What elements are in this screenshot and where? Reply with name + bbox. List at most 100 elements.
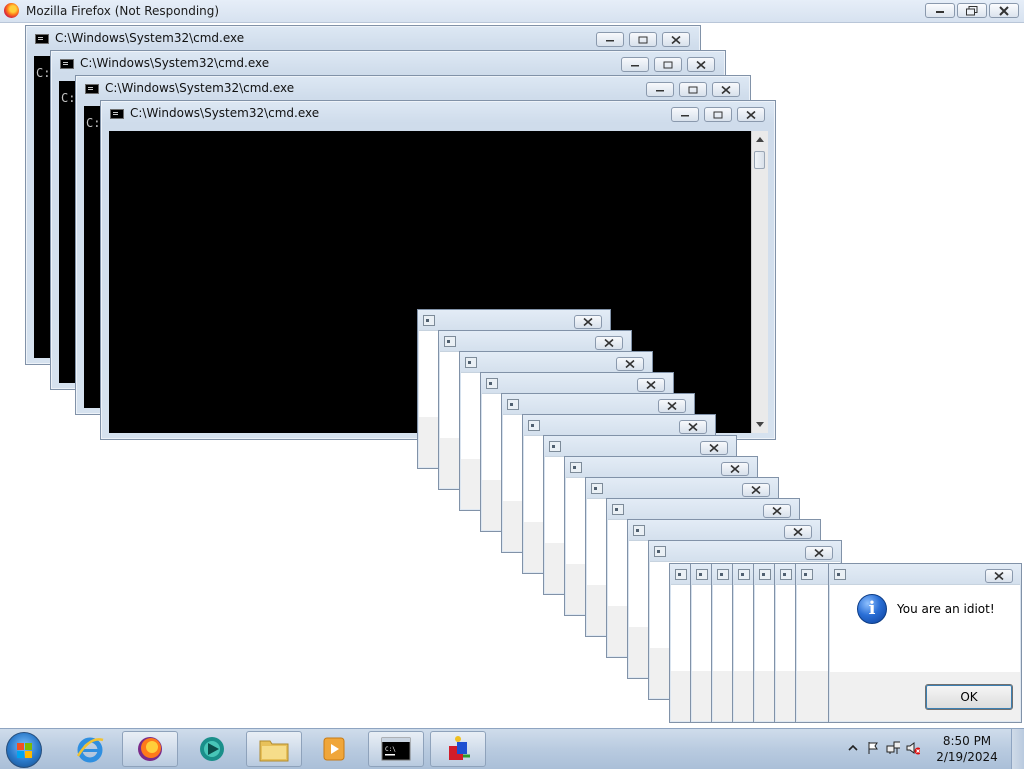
- close-icon: [671, 35, 681, 44]
- message-box-app-icon: [654, 546, 666, 557]
- message-box-app-icon: [549, 441, 561, 452]
- message-box-close-button[interactable]: [721, 462, 749, 476]
- cmd-close-button[interactable]: [737, 107, 765, 122]
- close-icon: [999, 5, 1009, 16]
- taskbar-firefox[interactable]: [122, 731, 178, 767]
- restore-icon: [966, 5, 978, 15]
- cmd-prompt-text: C:: [61, 91, 76, 105]
- dialog-close-button[interactable]: [985, 569, 1013, 583]
- cmd-close-button[interactable]: [687, 57, 715, 72]
- cmd-window-title: C:\Windows\System32\cmd.exe: [130, 106, 320, 120]
- message-box-app-icon: [507, 399, 519, 410]
- restore-button[interactable]: [957, 3, 987, 18]
- message-box-close-button[interactable]: [574, 315, 602, 329]
- taskbar-media-player[interactable]: [306, 731, 362, 767]
- minimize-icon: [681, 114, 689, 116]
- media-app-icon: [200, 737, 224, 761]
- close-icon: [688, 422, 698, 432]
- maximize-icon: [663, 61, 673, 68]
- cmd-app-icon: [85, 84, 99, 94]
- close-icon: [793, 527, 803, 537]
- command-prompt-icon: C:\: [381, 737, 411, 761]
- cmd-minimize-button[interactable]: [621, 57, 649, 72]
- message-box-app-icon: [675, 569, 687, 580]
- clock-time: 8:50 PM: [942, 734, 992, 748]
- scroll-up-arrow-icon[interactable]: [756, 137, 764, 142]
- message-box-close-button[interactable]: [595, 336, 623, 350]
- windows-logo-icon: [17, 743, 32, 758]
- cmd-maximize-button[interactable]: [654, 57, 682, 72]
- message-box-close-button[interactable]: [679, 420, 707, 434]
- close-icon: [646, 380, 656, 390]
- system-clock[interactable]: 8:50 PM 2/19/2024: [932, 733, 1002, 765]
- cmd-maximize-button[interactable]: [629, 32, 657, 47]
- close-button[interactable]: [989, 3, 1019, 18]
- close-icon: [746, 110, 756, 119]
- cmd-app-icon: [35, 34, 49, 44]
- message-box-app-icon: [801, 569, 813, 580]
- message-box-app-icon: [759, 569, 771, 580]
- internet-explorer-icon: [76, 737, 104, 763]
- cmd-maximize-button[interactable]: [679, 82, 707, 97]
- message-box-app-icon: [444, 336, 456, 347]
- message-box-app-icon: [780, 569, 792, 580]
- message-box-close-button[interactable]: [658, 399, 686, 413]
- close-icon: [814, 548, 824, 558]
- close-icon: [751, 485, 761, 495]
- show-hidden-icons-arrow-icon: [848, 744, 858, 751]
- message-box-close-button[interactable]: [742, 483, 770, 497]
- firefox-icon: [138, 737, 162, 761]
- message-box-app-icon: [591, 483, 603, 494]
- message-box-app-icon: [696, 569, 708, 580]
- start-button[interactable]: [6, 732, 42, 768]
- taskbar-paint-app[interactable]: [430, 731, 486, 767]
- close-icon: [772, 506, 782, 516]
- cmd-app-icon: [60, 59, 74, 69]
- cmd-scrollbar[interactable]: [751, 131, 768, 433]
- cmd-minimize-button[interactable]: [646, 82, 674, 97]
- dialog-message: You are an idiot!: [897, 602, 995, 616]
- maximize-icon: [638, 36, 648, 43]
- message-box-close-button[interactable]: [784, 525, 812, 539]
- taskbar-command-prompt[interactable]: C:\: [368, 731, 424, 767]
- cmd-close-button[interactable]: [712, 82, 740, 97]
- message-box-close-button[interactable]: [700, 441, 728, 455]
- taskbar: C:\ 8:50 PM 2/19/2024: [0, 728, 1024, 769]
- dialog-body: [830, 584, 1020, 673]
- svg-text:C:\: C:\: [385, 746, 396, 753]
- cmd-close-button[interactable]: [662, 32, 690, 47]
- cmd-window-title: C:\Windows\System32\cmd.exe: [55, 31, 245, 45]
- close-icon: [730, 464, 740, 474]
- message-box-close-button[interactable]: [805, 546, 833, 560]
- message-box-close-button[interactable]: [616, 357, 644, 371]
- message-box-close-button[interactable]: [763, 504, 791, 518]
- message-box-app-icon: [465, 357, 477, 368]
- message-box-close-button[interactable]: [637, 378, 665, 392]
- firefox-window-title: Mozilla Firefox (Not Responding): [26, 4, 220, 18]
- taskbar-file-explorer[interactable]: [246, 731, 302, 767]
- message-dialog: i You are an idiot! OK: [828, 563, 1022, 723]
- cmd-minimize-button[interactable]: [596, 32, 624, 47]
- cmd-maximize-button[interactable]: [704, 107, 732, 122]
- close-icon: [625, 359, 635, 369]
- scroll-thumb[interactable]: [754, 151, 765, 169]
- cmd-minimize-button[interactable]: [671, 107, 699, 122]
- close-icon: [696, 60, 706, 69]
- message-box-app-icon: [738, 569, 750, 580]
- cmd-prompt-text: C:: [36, 66, 51, 80]
- firefox-title-bar: Mozilla Firefox (Not Responding): [0, 0, 1024, 23]
- close-icon: [604, 338, 614, 348]
- action-center-flag-icon: [868, 742, 878, 754]
- ok-button[interactable]: OK: [925, 684, 1013, 710]
- minimize-button[interactable]: [925, 3, 955, 18]
- system-tray: 8:50 PM 2/19/2024: [834, 729, 1024, 769]
- minimize-icon: [606, 39, 614, 41]
- dialog-app-icon: [834, 569, 846, 580]
- taskbar-media-app[interactable]: [184, 731, 240, 767]
- cmd-prompt-text: C:: [86, 116, 101, 130]
- taskbar-internet-explorer[interactable]: [62, 731, 118, 767]
- show-desktop-button[interactable]: [1011, 729, 1024, 769]
- scroll-down-arrow-icon[interactable]: [756, 422, 764, 427]
- media-player-icon: [323, 737, 345, 761]
- message-box-app-icon: [633, 525, 645, 536]
